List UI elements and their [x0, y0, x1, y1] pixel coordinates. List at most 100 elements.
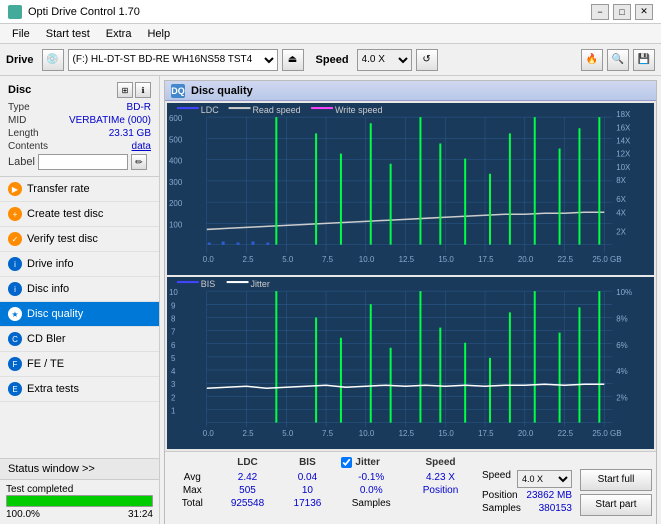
- title-bar-controls: − □ ✕: [591, 4, 653, 20]
- status-window-btn[interactable]: Status window >>: [0, 459, 159, 480]
- jitter-checkbox[interactable]: [341, 457, 352, 468]
- progress-bar-fill: [7, 496, 152, 506]
- disc-section-title: Disc: [8, 84, 31, 96]
- svg-text:17.5: 17.5: [478, 429, 494, 438]
- nav-cd-bler[interactable]: C CD Bler: [0, 327, 159, 352]
- stats-max-row: Max 505 10 0.0% Position: [169, 484, 474, 497]
- menu-help[interactable]: Help: [139, 27, 178, 41]
- burn-button[interactable]: 🔥: [581, 49, 603, 71]
- svg-text:18X: 18X: [616, 110, 631, 119]
- stats-avg-label: Avg: [169, 471, 216, 484]
- nav-icon-transfer: ▶: [8, 182, 22, 196]
- jitter-checkbox-label[interactable]: Jitter: [341, 455, 401, 470]
- toolbar: Drive 💿 (F:) HL-DT-ST BD-RE WH16NS58 TST…: [0, 44, 661, 76]
- nav-fe-te[interactable]: F FE / TE: [0, 352, 159, 377]
- svg-text:2.5: 2.5: [243, 255, 255, 264]
- progress-percent: 100.0%: [6, 509, 40, 520]
- svg-text:600: 600: [169, 114, 183, 123]
- svg-text:6: 6: [171, 341, 176, 350]
- svg-text:25.0 GB: 25.0 GB: [592, 429, 621, 438]
- svg-text:BIS: BIS: [201, 279, 215, 289]
- main-layout: Disc ⊞ ℹ Type BD-R MID VERBATIMe (000) L…: [0, 76, 661, 524]
- nav-icon-cd-bler: C: [8, 332, 22, 346]
- svg-text:4X: 4X: [616, 208, 626, 217]
- progress-time: 31:24: [128, 509, 153, 520]
- start-part-button[interactable]: Start part: [580, 494, 652, 516]
- charts-container: LDC Read speed Write speed: [165, 101, 656, 451]
- disc-panel: Disc ⊞ ℹ Type BD-R MID VERBATIMe (000) L…: [0, 76, 159, 177]
- disc-contents-val[interactable]: data: [132, 141, 151, 152]
- speed-select-stats[interactable]: 4.0 X: [517, 470, 572, 488]
- nav-create-test-disc[interactable]: + Create test disc: [0, 202, 159, 227]
- svg-text:15.0: 15.0: [438, 255, 454, 264]
- speed-info-label: Speed: [482, 470, 511, 488]
- menu-start-test[interactable]: Start test: [38, 27, 98, 41]
- nav-disc-info[interactable]: i Disc info: [0, 277, 159, 302]
- svg-text:3: 3: [171, 380, 176, 389]
- nav-label-cd-bler: CD Bler: [27, 333, 66, 345]
- nav-extra-tests[interactable]: E Extra tests: [0, 377, 159, 402]
- nav-icon-extra: E: [8, 382, 22, 396]
- svg-text:8: 8: [171, 314, 176, 323]
- svg-text:7.5: 7.5: [322, 255, 334, 264]
- svg-text:Write speed: Write speed: [335, 105, 383, 115]
- disc-info-btn[interactable]: ℹ: [135, 82, 151, 98]
- disc-header: Disc ⊞ ℹ: [8, 82, 151, 98]
- speed-label: Speed: [316, 54, 349, 66]
- bis-chart-svg: BIS Jitter: [167, 277, 654, 449]
- svg-text:2.5: 2.5: [243, 429, 255, 438]
- svg-text:300: 300: [169, 178, 183, 187]
- start-full-button[interactable]: Start full: [580, 469, 652, 491]
- close-button[interactable]: ✕: [635, 4, 653, 20]
- disc-quality-icon: DQ: [171, 84, 185, 98]
- svg-text:8X: 8X: [616, 176, 626, 185]
- nav-label-transfer-rate: Transfer rate: [27, 183, 90, 195]
- nav-drive-info[interactable]: i Drive info: [0, 252, 159, 277]
- status-window-label: Status window >>: [8, 463, 95, 475]
- stats-avg-jitter: -0.1%: [335, 471, 407, 484]
- drive-select[interactable]: (F:) HL-DT-ST BD-RE WH16NS58 TST4: [68, 49, 278, 71]
- disc-label-input[interactable]: [38, 154, 128, 170]
- nav-disc-quality[interactable]: ★ Disc quality: [0, 302, 159, 327]
- nav-verify-test-disc[interactable]: ✓ Verify test disc: [0, 227, 159, 252]
- minimize-button[interactable]: −: [591, 4, 609, 20]
- menu-file[interactable]: File: [4, 27, 38, 41]
- col-header-ldc: LDC: [216, 454, 280, 471]
- speed-row: Speed 4.0 X: [482, 470, 572, 488]
- save-button[interactable]: 💾: [633, 49, 655, 71]
- title-bar: Opti Drive Control 1.70 − □ ✕: [0, 0, 661, 24]
- stats-max-bis: 10: [279, 484, 335, 497]
- svg-text:17.5: 17.5: [478, 255, 494, 264]
- disc-contents-row: Contents data: [8, 141, 151, 152]
- nav-icon-create: +: [8, 207, 22, 221]
- scan-button[interactable]: 🔍: [607, 49, 629, 71]
- svg-text:5.0: 5.0: [282, 429, 294, 438]
- menu-bar: File Start test Extra Help: [0, 24, 661, 44]
- stats-position-label: Position: [407, 484, 474, 497]
- col-header-empty: [169, 454, 216, 471]
- speed-col-label: Speed: [426, 457, 456, 468]
- disc-label-key: Label: [8, 156, 35, 168]
- speed-select[interactable]: 4.0 X: [357, 49, 412, 71]
- disc-label-edit-btn[interactable]: ✏: [131, 154, 147, 170]
- progress-area: Test completed 100.0% 31:24: [0, 480, 159, 524]
- menu-extra[interactable]: Extra: [98, 27, 140, 41]
- drive-icon-btn[interactable]: 💿: [42, 49, 64, 71]
- stats-max-label: Max: [169, 484, 216, 497]
- disc-copy-btn[interactable]: ⊞: [117, 82, 133, 98]
- nav-label-drive-info: Drive info: [27, 258, 73, 270]
- refresh-button[interactable]: ↺: [416, 49, 438, 71]
- svg-text:7.5: 7.5: [322, 429, 334, 438]
- stats-total-bis: 17136: [279, 497, 335, 510]
- maximize-button[interactable]: □: [613, 4, 631, 20]
- samples-row: Samples 380153: [482, 503, 572, 514]
- disc-length-key: Length: [8, 128, 39, 139]
- eject-button[interactable]: ⏏: [282, 49, 304, 71]
- svg-text:6X: 6X: [616, 195, 626, 204]
- stats-avg-speed: 4.23 X: [407, 471, 474, 484]
- nav-transfer-rate[interactable]: ▶ Transfer rate: [0, 177, 159, 202]
- nav-icon-disc-quality: ★: [8, 307, 22, 321]
- svg-text:Jitter: Jitter: [250, 279, 269, 289]
- svg-text:10X: 10X: [616, 163, 631, 172]
- svg-text:10.0: 10.0: [359, 429, 375, 438]
